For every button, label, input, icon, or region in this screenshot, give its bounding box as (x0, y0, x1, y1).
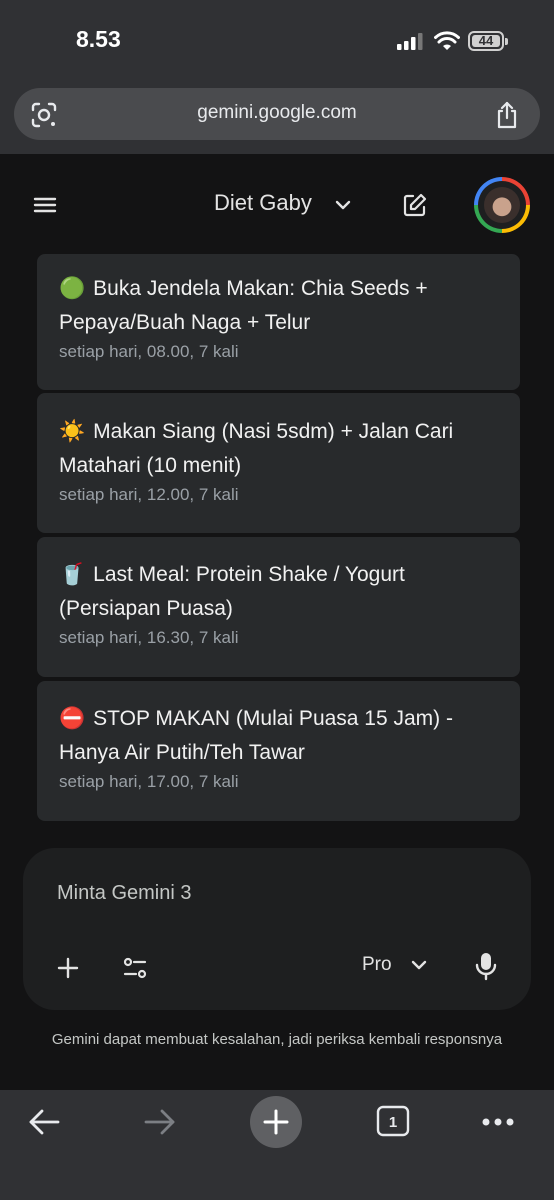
battery-icon: 44 (468, 31, 504, 51)
tools-icon[interactable] (120, 953, 150, 983)
chevron-down-icon[interactable] (332, 194, 354, 216)
share-icon[interactable] (492, 99, 522, 131)
new-tab-icon[interactable] (250, 1096, 302, 1148)
tab-count: 1 (389, 1114, 397, 1131)
avatar-photo (484, 187, 520, 223)
reminder-schedule: setiap hari, 12.00, 7 kali (59, 485, 239, 504)
battery-level: 44 (478, 33, 494, 48)
more-icon[interactable] (480, 1108, 516, 1136)
url-text[interactable]: gemini.google.com (0, 102, 554, 124)
reminder-schedule: setiap hari, 08.00, 7 kali (59, 342, 239, 361)
reminder-schedule: setiap hari, 17.00, 7 kali (59, 772, 239, 791)
tab-switcher-icon[interactable]: 1 (376, 1105, 410, 1137)
microphone-icon[interactable] (474, 950, 498, 982)
chevron-down-icon[interactable] (408, 954, 430, 976)
disclaimer: Gemini dapat membuat kesalahan, jadi per… (51, 1031, 503, 1048)
reminder-title: ☀️ Makan Siang (Nasi 5sdm) + Jalan Cari M… (59, 415, 509, 483)
reminder-card[interactable]: ⛔ STOP MAKAN (Mulai Puasa 15 Jam) - Hanya… (37, 681, 520, 821)
prompt-input[interactable]: Minta Gemini 3 (57, 882, 192, 905)
no-entry-icon: ⛔ (59, 707, 86, 731)
cellular-signal-icon (397, 33, 425, 50)
forward-arrow-icon[interactable] (142, 1106, 178, 1138)
green-circle-icon: 🟢 (59, 277, 86, 301)
new-chat-icon[interactable] (400, 190, 430, 220)
gem-title[interactable]: Diet Gaby (214, 190, 312, 216)
sun-icon: ☀️ (59, 420, 86, 444)
back-arrow-icon[interactable] (26, 1106, 62, 1138)
wifi-icon (434, 31, 460, 51)
status-time: 8.53 (76, 26, 121, 52)
model-selector[interactable]: Pro (362, 954, 392, 976)
cup-with-straw-icon: 🥤 (59, 563, 86, 587)
prompt-composer[interactable] (23, 848, 531, 1010)
plus-icon[interactable] (53, 953, 83, 983)
reminder-card[interactable]: 🥤 Last Meal: Protein Shake / Yogurt (Pers… (37, 537, 520, 677)
reminder-card[interactable]: 🟢 Buka Jendela Makan: Chia Seeds + Pepaya… (37, 254, 520, 390)
reminder-schedule: setiap hari, 16.30, 7 kali (59, 628, 239, 647)
reminder-title: 🟢 Buka Jendela Makan: Chia Seeds + Pepaya… (59, 272, 509, 340)
reminder-title: ⛔ STOP MAKAN (Mulai Puasa 15 Jam) - Hanya… (59, 702, 509, 770)
reminder-card[interactable]: ☀️ Makan Siang (Nasi 5sdm) + Jalan Cari M… (37, 393, 520, 533)
menu-icon[interactable] (30, 189, 60, 221)
battery-tip (505, 38, 508, 45)
reminder-title: 🥤 Last Meal: Protein Shake / Yogurt (Pers… (59, 558, 509, 626)
